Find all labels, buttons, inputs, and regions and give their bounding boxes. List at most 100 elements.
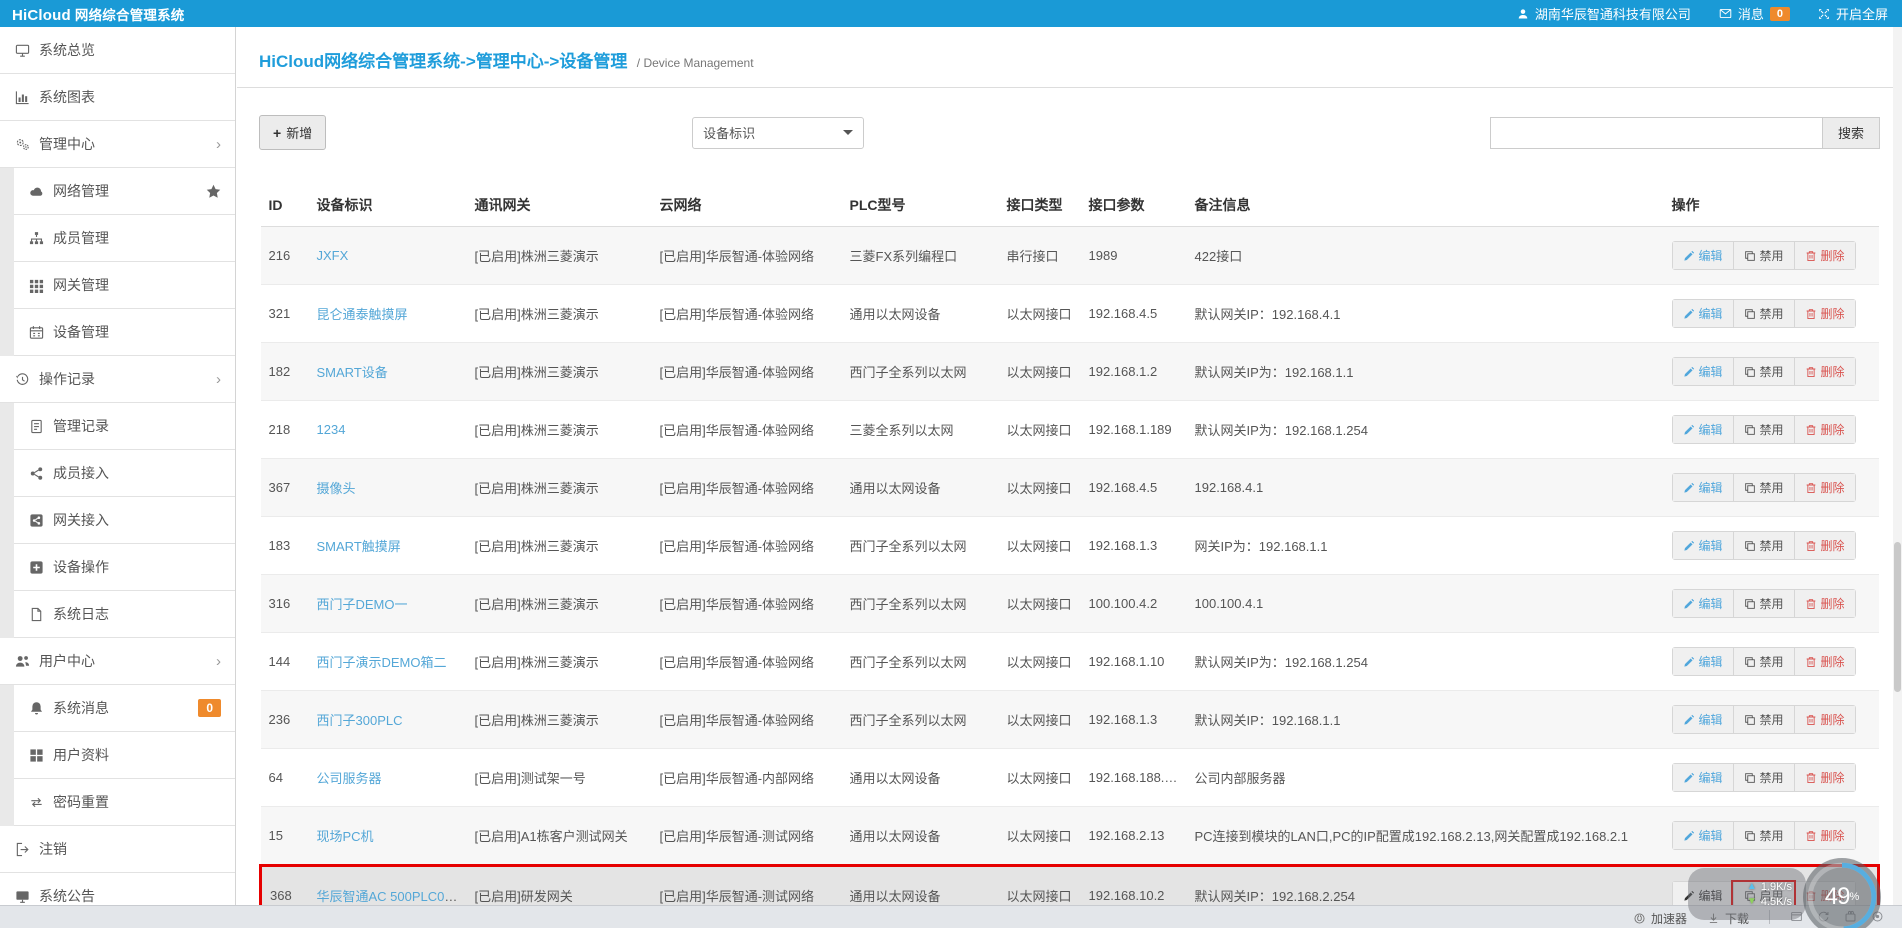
edit-button[interactable]: 编辑 (1672, 358, 1733, 385)
delete-button[interactable]: 删除 (1793, 300, 1855, 327)
sidebar-item-network-mgmt[interactable]: 网络管理 (14, 168, 235, 215)
table-row: 144 西门子演示DEMO箱二 [已启用]株洲三菱演示 [已启用]华辰智通-体验… (260, 632, 1879, 691)
clone-icon (1744, 540, 1756, 552)
search-field-select[interactable]: 设备标识 (692, 116, 865, 149)
edit-button[interactable]: 编辑 (1672, 764, 1733, 791)
toggle-enable-button[interactable]: 禁用 (1732, 822, 1794, 849)
toggle-enable-button[interactable]: 禁用 (1732, 532, 1794, 559)
device-name-link[interactable]: SMART设备 (317, 365, 388, 380)
sidebar-item-system-announce[interactable]: 系统公告 (0, 873, 235, 905)
edit-button[interactable]: 编辑 (1672, 706, 1733, 733)
scrollbar-track[interactable] (1893, 27, 1902, 905)
edit-button[interactable]: 编辑 (1672, 590, 1733, 617)
sidebar-item-admin-center[interactable]: 管理中心 › (0, 121, 235, 168)
table-row: 367 摄像头 [已启用]株洲三菱演示 [已启用]华辰智通-体验网络 通用以太网… (260, 458, 1879, 517)
memory-percent-gauge[interactable]: 49 % (1803, 858, 1881, 928)
edit-button[interactable]: 编辑 (1672, 474, 1733, 501)
sidebar-item-label: 系统公告 (39, 888, 95, 904)
cell-plc-model: 西门子全系列以太网 (841, 342, 999, 401)
cell-actions: 编辑 禁用 删除 (1663, 806, 1879, 866)
delete-button[interactable]: 删除 (1793, 532, 1855, 559)
device-name-link[interactable]: 现场PC机 (317, 829, 374, 844)
caret-down-icon (843, 130, 854, 135)
messages-menu[interactable]: 消息 0 (1719, 4, 1790, 23)
cell-gateway: [已启用]株洲三菱演示 (466, 458, 652, 517)
cell-device-name: JXFX (308, 226, 467, 285)
pencil-icon (1683, 540, 1695, 552)
delete-button[interactable]: 删除 (1793, 822, 1855, 849)
net-speed-bubble[interactable]: ▲ 1.9K/s ▼ 4.5K/s (1688, 868, 1806, 920)
device-name-link[interactable]: 西门子演示DEMO箱二 (317, 655, 447, 670)
device-name-link[interactable]: 西门子300PLC (317, 713, 403, 728)
sidebar-item-member-mgmt[interactable]: 成员管理 (14, 215, 235, 262)
sidebar-item-logout[interactable]: 注销 (0, 826, 235, 873)
edit-button[interactable]: 编辑 (1672, 822, 1733, 849)
device-name-link[interactable]: 摄像头 (317, 481, 356, 496)
device-name-link[interactable]: JXFX (317, 248, 349, 263)
edit-button[interactable]: 编辑 (1672, 532, 1733, 559)
sidebar-item-label: 设备操作 (53, 559, 109, 575)
toggle-enable-button[interactable]: 禁用 (1732, 300, 1794, 327)
toggle-enable-button[interactable]: 禁用 (1732, 706, 1794, 733)
th-large-icon (29, 748, 44, 763)
sidebar-item-password-reset[interactable]: 密码重置 (14, 779, 235, 826)
toggle-enable-button[interactable]: 禁用 (1732, 242, 1794, 269)
search-field-value: 设备标识 (703, 126, 756, 141)
edit-button[interactable]: 编辑 (1672, 242, 1733, 269)
cell-note: 默认网关IP：192.168.1.1 (1186, 690, 1664, 749)
search-button[interactable]: 搜索 (1821, 116, 1880, 149)
toggle-enable-button[interactable]: 禁用 (1732, 648, 1794, 675)
sidebar-item-system-charts[interactable]: 系统图表 (0, 74, 235, 121)
cell-device-name: 现场PC机 (308, 806, 467, 866)
sidebar-item-op-records[interactable]: 操作记录 › (0, 356, 235, 403)
delete-button[interactable]: 删除 (1793, 474, 1855, 501)
device-name-link[interactable]: SMART触摸屏 (317, 539, 401, 554)
device-name-link[interactable]: 1234 (317, 422, 346, 437)
toggle-enable-button[interactable]: 禁用 (1732, 474, 1794, 501)
scrollbar-thumb[interactable] (1894, 542, 1901, 692)
toggle-enable-button[interactable]: 禁用 (1732, 590, 1794, 617)
search-input[interactable] (1489, 116, 1822, 149)
sidebar-item-system-logs[interactable]: 系统日志 (14, 591, 235, 638)
add-device-button[interactable]: + 新增 (259, 115, 327, 150)
delete-button[interactable]: 删除 (1793, 242, 1855, 269)
app-brand[interactable]: HiCloud 网络综合管理系统 (0, 4, 197, 24)
table-row: 316 西门子DEMO一 [已启用]株洲三菱演示 [已启用]华辰智通-体验网络 … (260, 574, 1879, 633)
company-menu[interactable]: 湖南华辰智通科技有限公司 (1517, 4, 1691, 23)
sidebar-item-admin-records[interactable]: 管理记录 (14, 403, 235, 450)
toggle-enable-button[interactable]: 禁用 (1732, 764, 1794, 791)
edit-button[interactable]: 编辑 (1672, 300, 1733, 327)
delete-button[interactable]: 删除 (1793, 764, 1855, 791)
up-arrow-icon: ▲ (1746, 881, 1757, 892)
edit-button[interactable]: 编辑 (1672, 648, 1733, 675)
delete-button[interactable]: 删除 (1793, 416, 1855, 443)
cell-interface-type: 以太网接口 (998, 632, 1081, 691)
upload-speed-line: ▲ 1.9K/s (1747, 881, 1792, 893)
clone-icon (1744, 308, 1756, 320)
fullscreen-toggle[interactable]: 开启全屏 (1818, 4, 1888, 23)
star-icon[interactable] (206, 183, 221, 200)
sidebar-item-gateway-access[interactable]: 网关接入 (14, 497, 235, 544)
device-name-link[interactable]: 华辰智通AC 500PLC001 (317, 889, 459, 904)
sidebar-item-device-ops[interactable]: 设备操作 (14, 544, 235, 591)
delete-button[interactable]: 删除 (1793, 706, 1855, 733)
sidebar-item-system-messages[interactable]: 系统消息 0 (14, 685, 235, 732)
toggle-enable-button[interactable]: 禁用 (1732, 416, 1794, 443)
sidebar-item-member-access[interactable]: 成员接入 (14, 450, 235, 497)
delete-button[interactable]: 删除 (1793, 358, 1855, 385)
toggle-enable-button[interactable]: 禁用 (1732, 358, 1794, 385)
edit-button[interactable]: 编辑 (1672, 416, 1733, 443)
accelerator-item[interactable]: 加速器 (1633, 910, 1687, 927)
action-button-group: 编辑 禁用 删除 (1671, 705, 1856, 734)
delete-button[interactable]: 删除 (1793, 648, 1855, 675)
sidebar-item-user-center[interactable]: 用户中心 › (0, 638, 235, 685)
device-name-link[interactable]: 西门子DEMO一 (317, 597, 408, 612)
device-name-link[interactable]: 昆仑通泰触摸屏 (317, 307, 408, 322)
sidebar-item-system-overview[interactable]: 系统总览 (0, 27, 235, 74)
sidebar-item-user-profile[interactable]: 用户资料 (14, 732, 235, 779)
device-name-link[interactable]: 公司服务器 (317, 771, 382, 786)
sidebar-item-label: 网络管理 (53, 183, 109, 199)
sidebar-item-gateway-mgmt[interactable]: 网关管理 (14, 262, 235, 309)
delete-button[interactable]: 删除 (1793, 590, 1855, 617)
sidebar-item-device-mgmt[interactable]: 设备管理 (14, 309, 235, 356)
